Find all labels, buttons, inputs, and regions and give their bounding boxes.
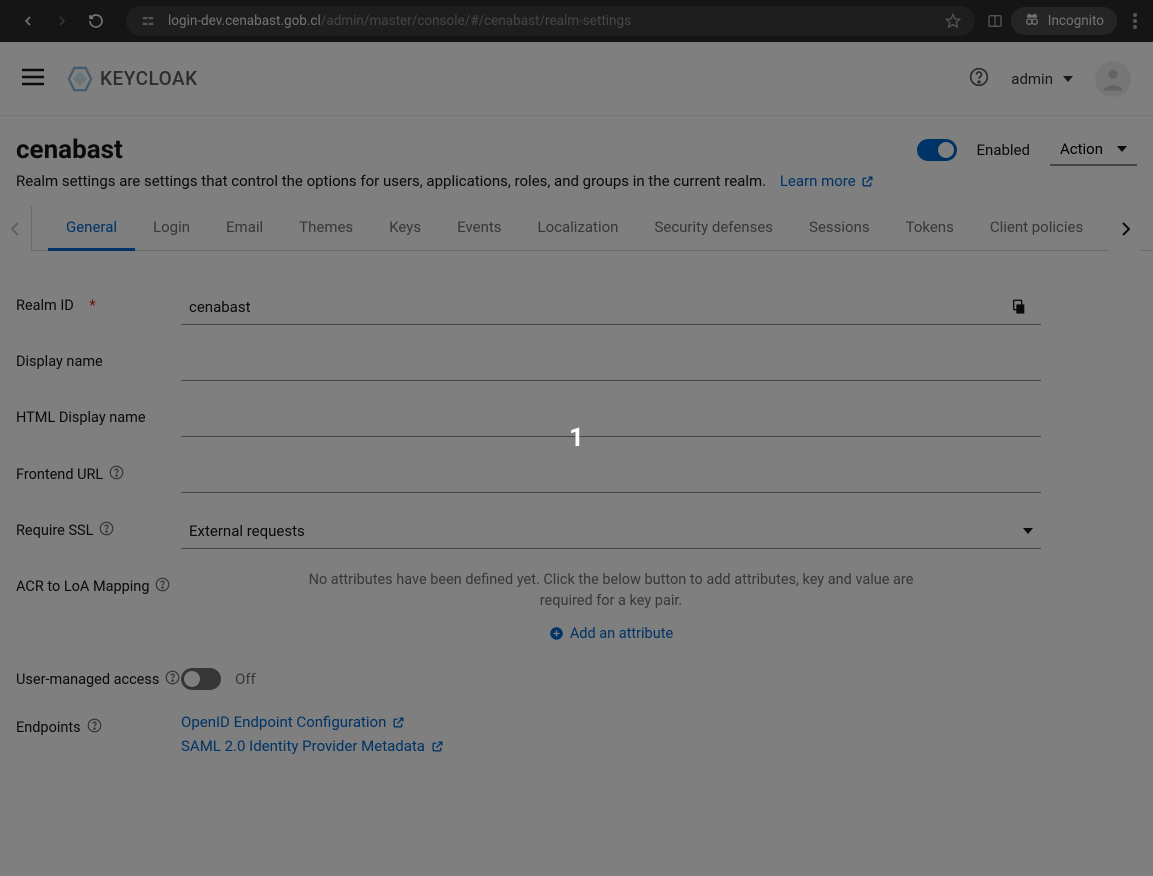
display-name-label: Display name xyxy=(16,345,181,370)
tab-login[interactable]: Login xyxy=(135,206,208,250)
tab-tokens[interactable]: Tokens xyxy=(888,206,972,250)
html-display-label: HTML Display name xyxy=(16,401,181,426)
help-icon[interactable] xyxy=(99,521,114,540)
tab-scroll-right[interactable] xyxy=(1109,206,1141,251)
help-icon[interactable] xyxy=(109,465,124,484)
user-menu[interactable]: admin xyxy=(1011,70,1073,88)
tab-email[interactable]: Email xyxy=(208,206,281,250)
realm-id-input xyxy=(181,289,997,325)
tab-security[interactable]: Security defenses xyxy=(636,206,791,250)
menu-icon[interactable] xyxy=(22,68,44,90)
forward-icon[interactable] xyxy=(52,13,72,29)
title-row: cenabast Enabled Action xyxy=(0,116,1153,172)
description-text: Realm settings are settings that control… xyxy=(16,172,766,190)
tab-client-policies[interactable]: Client policies xyxy=(972,206,1101,250)
uma-label: User-managed access xyxy=(16,662,181,689)
back-icon[interactable] xyxy=(18,13,38,29)
openid-endpoint-link[interactable]: OpenID Endpoint Configuration xyxy=(181,710,1041,734)
help-icon[interactable] xyxy=(155,577,170,596)
copy-button[interactable] xyxy=(997,289,1041,325)
chevron-down-icon xyxy=(1023,528,1033,534)
uma-state: Off xyxy=(235,670,256,688)
incognito-icon xyxy=(1024,12,1040,30)
external-link-icon xyxy=(431,740,444,753)
page-title: cenabast xyxy=(16,135,123,165)
description-row: Realm settings are settings that control… xyxy=(0,172,1153,206)
display-name-input[interactable] xyxy=(181,345,1041,381)
help-icon[interactable] xyxy=(165,670,180,689)
external-link-icon xyxy=(392,716,405,729)
url-bar[interactable]: login-dev.cenabast.gob.cl/admin/master/c… xyxy=(126,6,975,36)
uma-toggle[interactable] xyxy=(181,668,221,690)
form: Realm ID * Display name HTML Display nam… xyxy=(0,251,1153,808)
help-icon[interactable] xyxy=(87,718,102,737)
avatar[interactable] xyxy=(1095,61,1131,97)
tab-general[interactable]: General xyxy=(48,206,135,251)
require-ssl-label: Require SSL xyxy=(16,513,181,540)
browser-menu-icon[interactable] xyxy=(1125,13,1145,29)
require-ssl-select[interactable]: External requests xyxy=(181,513,1041,549)
enabled-label: Enabled xyxy=(977,141,1030,159)
reload-icon[interactable] xyxy=(86,13,106,29)
panel-icon[interactable] xyxy=(985,13,1005,29)
tab-events[interactable]: Events xyxy=(439,206,519,250)
tab-scroll-left[interactable] xyxy=(0,206,32,251)
username: admin xyxy=(1011,70,1053,88)
add-attribute-button[interactable]: Add an attribute xyxy=(181,625,1041,642)
external-link-icon xyxy=(861,175,874,188)
help-icon[interactable] xyxy=(969,67,989,91)
site-settings-icon[interactable] xyxy=(138,14,158,28)
brand-logo[interactable]: KEYCLOAK xyxy=(66,65,198,93)
learn-more-link[interactable]: Learn more xyxy=(780,172,874,190)
tabs: General Login Email Themes Keys Events L… xyxy=(0,206,1153,251)
frontend-url-label: Frontend URL xyxy=(16,457,181,484)
endpoints-label: Endpoints xyxy=(16,710,181,737)
plus-circle-icon xyxy=(549,626,564,641)
tab-localization[interactable]: Localization xyxy=(520,206,637,250)
tab-themes[interactable]: Themes xyxy=(281,206,371,250)
brand-text: KEYCLOAK xyxy=(100,67,198,90)
keycloak-hex-icon xyxy=(66,65,94,93)
tab-sessions[interactable]: Sessions xyxy=(791,206,888,250)
star-icon[interactable] xyxy=(943,13,963,29)
saml-endpoint-link[interactable]: SAML 2.0 Identity Provider Metadata xyxy=(181,734,1041,758)
enabled-toggle[interactable] xyxy=(917,139,957,161)
browser-chrome: login-dev.cenabast.gob.cl/admin/master/c… xyxy=(0,0,1153,42)
url-text: login-dev.cenabast.gob.cl/admin/master/c… xyxy=(168,13,933,29)
acr-empty-message: No attributes have been defined yet. Cli… xyxy=(181,569,1041,611)
acr-label: ACR to LoA Mapping xyxy=(16,569,181,596)
page-body: cenabast Enabled Action Realm settings a… xyxy=(0,116,1153,876)
action-label: Action xyxy=(1060,140,1103,158)
incognito-indicator: Incognito xyxy=(1011,7,1117,35)
html-display-input[interactable] xyxy=(181,401,1041,437)
action-dropdown[interactable]: Action xyxy=(1050,134,1137,166)
app-header: KEYCLOAK admin xyxy=(0,42,1153,116)
frontend-url-input[interactable] xyxy=(181,457,1041,493)
chevron-down-icon xyxy=(1117,146,1127,152)
copy-icon xyxy=(1011,298,1027,316)
realm-id-label: Realm ID * xyxy=(16,289,181,314)
tabs-wrap: General Login Email Themes Keys Events L… xyxy=(0,206,1153,251)
tab-keys[interactable]: Keys xyxy=(371,206,439,250)
chevron-down-icon xyxy=(1063,76,1073,82)
incognito-label: Incognito xyxy=(1048,13,1104,29)
